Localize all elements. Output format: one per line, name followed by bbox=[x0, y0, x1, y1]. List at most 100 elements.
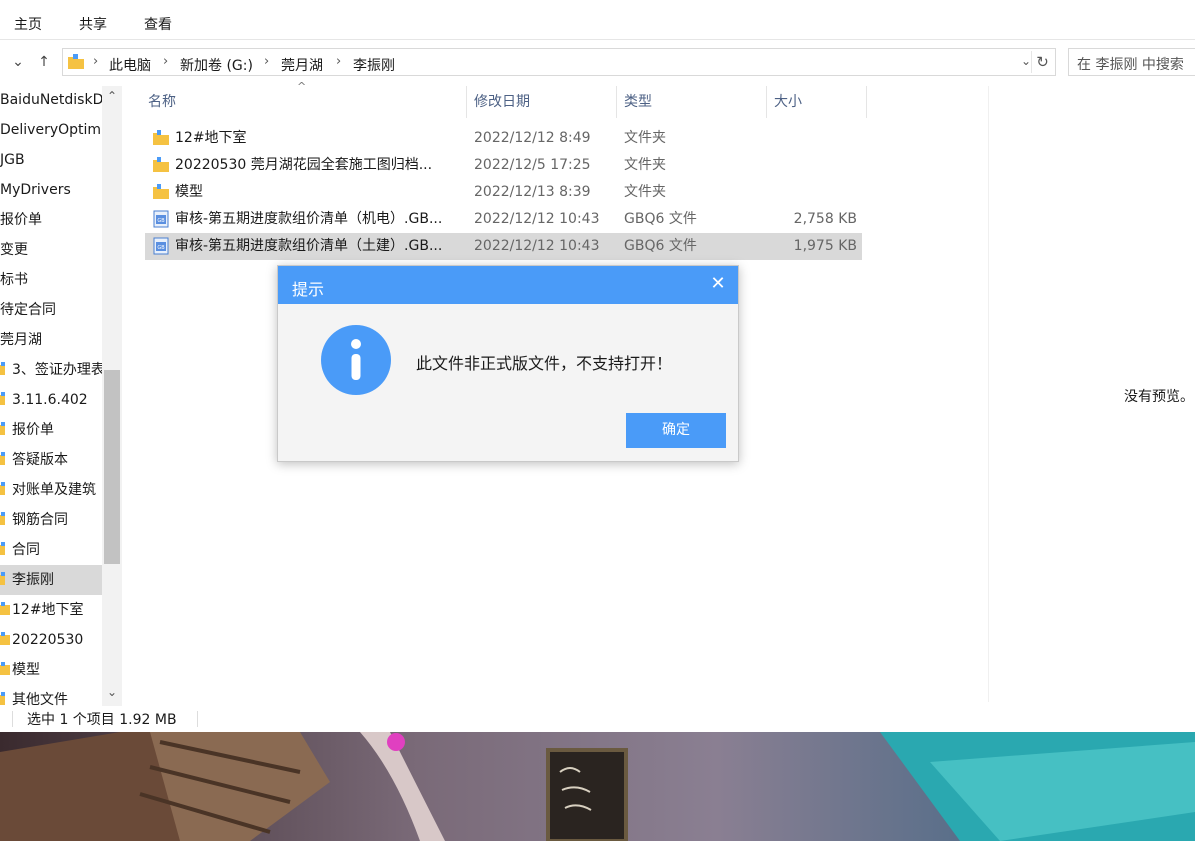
breadcrumb-volume-g[interactable]: 新加卷 (G:) bbox=[180, 55, 253, 75]
file-row[interactable]: 12#地下室 2022/12/12 8:49 文件夹 bbox=[145, 125, 862, 152]
chevron-right-icon[interactable]: › bbox=[264, 54, 269, 69]
sidebar-item[interactable]: MyDrivers bbox=[0, 175, 102, 205]
folder-icon bbox=[153, 130, 169, 145]
folder-icon bbox=[153, 184, 169, 199]
up-arrow-icon[interactable]: ↑ bbox=[34, 52, 54, 72]
column-header-size[interactable]: 大小 bbox=[768, 86, 866, 118]
breadcrumb-this-pc[interactable]: 此电脑 bbox=[109, 55, 151, 75]
ok-button[interactable]: 确定 bbox=[626, 413, 726, 448]
sidebar-item-label: 钢筋合同 bbox=[12, 512, 68, 528]
column-divider[interactable] bbox=[866, 86, 867, 118]
scroll-up-icon[interactable]: ⌃ bbox=[102, 88, 122, 104]
svg-text:GB: GB bbox=[157, 218, 165, 224]
folder-icon bbox=[0, 662, 10, 675]
file-size: 1,975 KB bbox=[793, 238, 857, 254]
gbq-file-icon: GB bbox=[153, 210, 169, 228]
sidebar-item[interactable]: 12#地下室 bbox=[0, 595, 102, 625]
sidebar-item[interactable]: 变更 bbox=[0, 235, 102, 265]
gbq-file-icon: GB bbox=[153, 237, 169, 255]
file-name: 审核-第五期进度款组价清单（机电）.GB... bbox=[175, 211, 443, 227]
navigation-pane: 其他文件 模型 20220530 12#地下室 李振刚 合同 钢筋合同 对账单及建筑 答疑版本 报… bbox=[0, 86, 122, 706]
file-date: 2022/12/13 8:39 bbox=[474, 184, 591, 200]
sidebar-item[interactable]: 莞月湖 bbox=[0, 325, 102, 355]
tab-home[interactable]: 主页 bbox=[14, 14, 42, 34]
file-row[interactable]: GB 审核-第五期进度款组价清单（机电）.GB... 2022/12/12 10:4… bbox=[145, 206, 862, 233]
file-row[interactable]: 20220530 莞月湖花园全套施工图归档... 2022/12/5 17:25 文… bbox=[145, 152, 862, 179]
sidebar-item[interactable]: 标书 bbox=[0, 265, 102, 295]
chevron-right-icon[interactable]: › bbox=[93, 54, 98, 69]
preview-pane-divider[interactable] bbox=[988, 86, 989, 702]
status-selection-text: 选中 1 个项目 1.92 MB bbox=[27, 712, 177, 728]
sidebar-item[interactable]: JGB bbox=[0, 145, 102, 175]
address-bar[interactable]: › 此电脑 › 新加卷 (G:) › 莞月湖 › 李振刚 ⌄ ↻ bbox=[62, 48, 1056, 76]
refresh-icon[interactable]: ↻ bbox=[1031, 51, 1053, 73]
desktop-wallpaper bbox=[0, 732, 1195, 841]
quick-access-folder-icon bbox=[0, 692, 5, 705]
sidebar-item[interactable]: 对账单及建筑 bbox=[0, 475, 102, 505]
scroll-down-icon[interactable]: ⌄ bbox=[102, 684, 122, 700]
sidebar-item-label: 3、签证办理表 bbox=[12, 362, 102, 378]
sidebar-scrollbar[interactable]: ⌃ ⌄ bbox=[102, 86, 122, 706]
scrollbar-thumb[interactable] bbox=[104, 370, 120, 564]
address-row: ⌄ ↑ › 此电脑 › 新加卷 (G:) › 莞月湖 › 李振刚 ⌄ ↻ 在 李… bbox=[0, 44, 1195, 80]
sidebar-item-label: 答疑版本 bbox=[12, 452, 68, 468]
file-name: 审核-第五期进度款组价清单（土建）.GB... bbox=[175, 238, 443, 254]
breadcrumb-lizhengang[interactable]: 李振刚 bbox=[353, 55, 395, 75]
sidebar-item[interactable]: 模型 bbox=[0, 655, 102, 685]
file-size: 2,758 KB bbox=[793, 211, 857, 227]
sidebar-item[interactable]: BaiduNetdiskD bbox=[0, 86, 102, 115]
sidebar-item-label: 莞月湖 bbox=[0, 332, 42, 348]
sidebar-item[interactable]: 其他文件 bbox=[0, 685, 102, 706]
column-divider[interactable] bbox=[766, 86, 767, 118]
column-divider[interactable] bbox=[466, 86, 467, 118]
sidebar-item[interactable]: 待定合同 bbox=[0, 295, 102, 325]
sidebar-item-label: 20220530 bbox=[12, 632, 84, 648]
sidebar-item[interactable]: DeliveryOptim bbox=[0, 115, 102, 145]
file-row[interactable]: GB 审核-第五期进度款组价清单（土建）.GB... 2022/12/12 10:4… bbox=[145, 233, 862, 260]
column-header-name[interactable]: 名称 bbox=[142, 86, 466, 118]
tab-view[interactable]: 查看 bbox=[144, 14, 172, 34]
sidebar-item[interactable]: 3、签证办理表 bbox=[0, 355, 102, 385]
close-icon[interactable]: ✕ bbox=[708, 274, 728, 294]
file-type: 文件夹 bbox=[624, 130, 666, 146]
status-divider bbox=[12, 711, 13, 727]
file-date: 2022/12/12 10:43 bbox=[474, 238, 600, 254]
column-header-date[interactable]: 修改日期 bbox=[468, 86, 616, 118]
quick-access-folder-icon bbox=[0, 392, 5, 405]
sidebar-item[interactable]: 20220530 bbox=[0, 625, 102, 655]
dialog-message: 此文件非正式版文件，不支持打开！ bbox=[416, 354, 673, 373]
sidebar-item[interactable]: 李振刚 bbox=[0, 565, 102, 595]
address-dropdown-chevron-icon[interactable]: ⌄ bbox=[1021, 54, 1031, 68]
sidebar-item[interactable]: 钢筋合同 bbox=[0, 505, 102, 535]
file-name: 12#地下室 bbox=[175, 130, 247, 146]
sidebar-item[interactable]: 报价单 bbox=[0, 205, 102, 235]
tab-share[interactable]: 共享 bbox=[79, 14, 107, 34]
breadcrumb-wanyuehu[interactable]: 莞月湖 bbox=[281, 55, 323, 75]
column-header-type[interactable]: 类型 bbox=[618, 86, 766, 118]
sidebar-item-label: 12#地下室 bbox=[12, 602, 84, 618]
folder-icon bbox=[0, 632, 10, 645]
sidebar-item[interactable]: 报价单 bbox=[0, 415, 102, 445]
file-type: 文件夹 bbox=[624, 157, 666, 173]
chevron-right-icon[interactable]: › bbox=[163, 54, 168, 69]
info-icon bbox=[321, 325, 391, 395]
quick-access-folder-icon bbox=[0, 482, 5, 495]
sidebar-item[interactable]: 3.11.6.402 bbox=[0, 385, 102, 415]
quick-access-folder-icon bbox=[0, 542, 5, 555]
column-divider[interactable] bbox=[616, 86, 617, 118]
search-input[interactable]: 在 李振刚 中搜索 bbox=[1068, 48, 1195, 76]
sidebar-item[interactable]: 合同 bbox=[0, 535, 102, 565]
file-row[interactable]: 模型 2022/12/13 8:39 文件夹 bbox=[145, 179, 862, 206]
wallpaper-illustration bbox=[0, 732, 1195, 841]
sidebar-item-label: 模型 bbox=[12, 662, 40, 678]
recent-locations-chevron-icon[interactable]: ⌄ bbox=[8, 52, 28, 72]
sidebar-item-label: DeliveryOptim bbox=[0, 122, 102, 138]
file-name: 20220530 莞月湖花园全套施工图归档... bbox=[175, 157, 433, 173]
sidebar-item-label: 对账单及建筑 bbox=[12, 482, 96, 498]
sidebar-item[interactable]: 答疑版本 bbox=[0, 445, 102, 475]
dialog-title-bar[interactable]: 提示 ✕ bbox=[278, 266, 738, 304]
sidebar-item-label: 李振刚 bbox=[12, 572, 54, 588]
chevron-right-icon[interactable]: › bbox=[336, 54, 341, 69]
file-date: 2022/12/12 8:49 bbox=[474, 130, 591, 146]
file-name: 模型 bbox=[175, 184, 203, 200]
